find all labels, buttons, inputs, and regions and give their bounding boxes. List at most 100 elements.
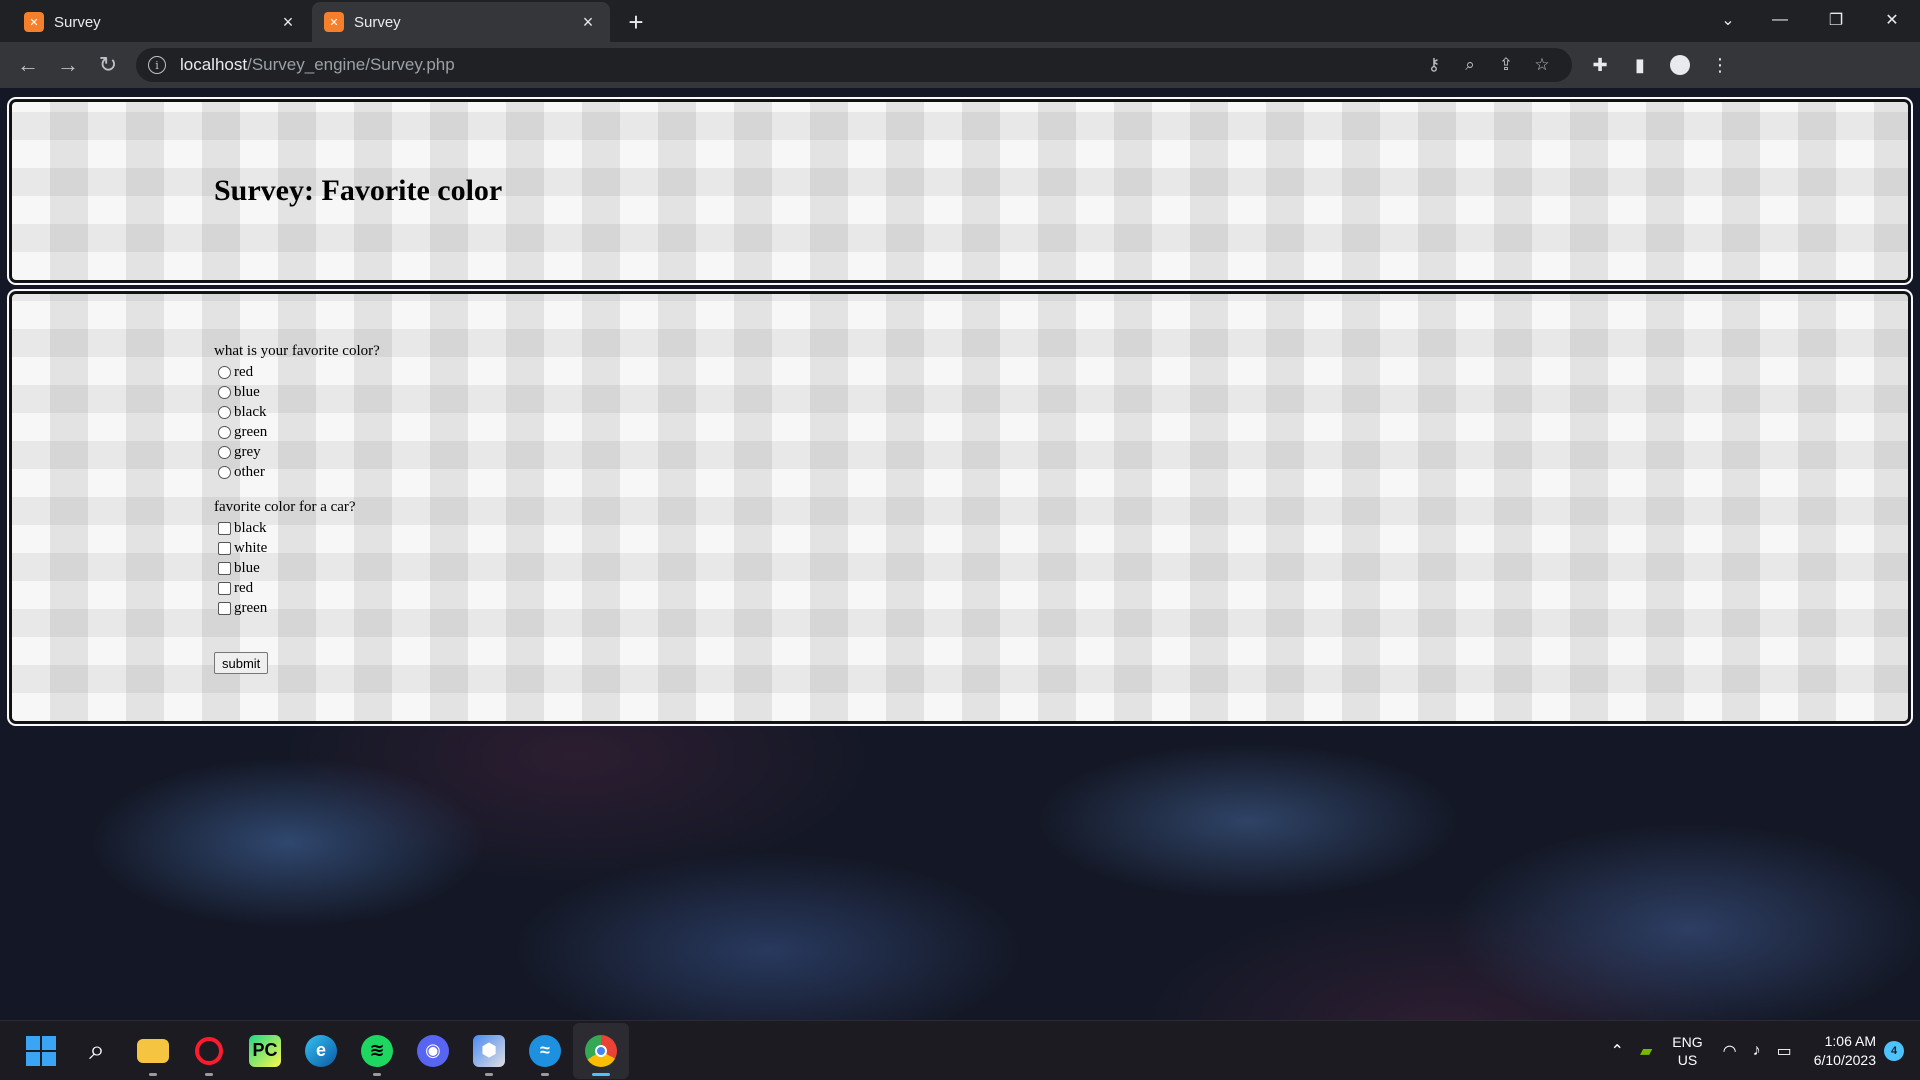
region-code: US (1677, 1052, 1698, 1068)
info-icon[interactable]: i (148, 56, 166, 74)
azure-icon: ≈ (529, 1034, 561, 1067)
option-label: white (234, 539, 268, 556)
kebab-menu-icon[interactable]: ⋮ (1700, 45, 1740, 85)
clock[interactable]: 1:06 AM 6/10/2023 (1814, 1032, 1876, 1070)
discord-icon: ◉ (417, 1034, 449, 1067)
radio-option-black[interactable]: black (214, 402, 380, 422)
submit-button[interactable]: submit (214, 652, 269, 674)
clock-time: 1:06 AM (1824, 1033, 1876, 1049)
nvidia-icon[interactable]: ▰ (1640, 1041, 1652, 1061)
tab-search-icon[interactable]: ⌄ (1704, 0, 1752, 40)
discord-button[interactable]: ◉ (405, 1023, 461, 1079)
checkbox[interactable] (218, 601, 231, 615)
question-car-color: favorite color for a car? black white bl… (214, 498, 356, 618)
azure-app-button[interactable]: ≈ (517, 1023, 573, 1079)
close-window-button[interactable]: ✕ (1864, 0, 1920, 40)
radio-option-blue[interactable]: blue (214, 382, 380, 402)
radio-option-grey[interactable]: grey (214, 442, 380, 462)
tab-survey-1[interactable]: ✕ Survey × (12, 2, 310, 42)
notification-badge[interactable]: 4 (1884, 1041, 1904, 1061)
url-path: /Survey_engine/Survey.php (247, 55, 455, 74)
option-label: black (234, 519, 267, 536)
puzzle-icon[interactable]: ✚ (1580, 45, 1620, 85)
checkbox-option-green[interactable]: green (214, 598, 356, 618)
checkbox-option-red[interactable]: red (214, 578, 356, 598)
option-label: blue (234, 383, 260, 400)
tab-title: Survey (354, 13, 401, 31)
radio-button[interactable] (218, 445, 231, 459)
radio-button[interactable] (218, 365, 231, 379)
radio-button[interactable] (218, 405, 231, 419)
address-bar[interactable]: i localhost /Survey_engine/Survey.php ⚷ … (136, 48, 1572, 82)
option-label: blue (234, 559, 260, 576)
radio-button[interactable] (218, 385, 231, 399)
survey-form-panel: what is your favorite color? red blue bl… (7, 289, 1913, 726)
tab-strip: ✕ Survey × ✕ Survey × + ⌄ — ❐ ✕ (0, 0, 1920, 42)
option-label: grey (234, 443, 261, 460)
radio-option-red[interactable]: red (214, 362, 380, 382)
option-label: green (234, 599, 268, 616)
volume-icon[interactable]: ♪ (1753, 1042, 1761, 1060)
forward-arrow-icon[interactable]: → (48, 45, 88, 85)
radio-button[interactable] (218, 465, 231, 479)
option-label: other (234, 463, 265, 480)
wifi-icon[interactable]: ◠ (1723, 1041, 1737, 1061)
radio-option-green[interactable]: green (214, 422, 380, 442)
radio-button[interactable] (218, 425, 231, 439)
xampp-icon: ✕ (24, 12, 44, 32)
star-icon[interactable]: ☆ (1524, 55, 1560, 75)
checkbox[interactable] (218, 581, 231, 595)
back-arrow-icon[interactable]: ← (8, 45, 48, 85)
edge-button[interactable]: e (293, 1023, 349, 1079)
shield-app-button[interactable]: ⬢ (461, 1023, 517, 1079)
zoom-icon[interactable]: ⌕ (1452, 55, 1488, 75)
question-label: favorite color for a car? (214, 499, 356, 515)
xampp-icon: ✕ (324, 12, 344, 32)
minimize-button[interactable]: — (1752, 0, 1808, 40)
shield-icon: ⬢ (473, 1034, 505, 1067)
new-tab-button[interactable]: + (618, 4, 654, 40)
checkbox-option-black[interactable]: black (214, 518, 356, 538)
pycharm-button[interactable]: PC (237, 1023, 293, 1079)
url-host: localhost (180, 55, 248, 74)
system-tray: ⌃ ▰ ENG US ◠ ♪ ▭ 1:06 AM 6/10/2023 4 (1603, 1021, 1920, 1080)
battery-icon[interactable]: ▭ (1777, 1041, 1792, 1061)
pycharm-icon: PC (249, 1034, 281, 1067)
option-label: green (234, 423, 268, 440)
option-label: red (234, 579, 254, 596)
profile-icon[interactable] (1660, 45, 1700, 85)
spotify-button[interactable]: ≋ (349, 1023, 405, 1079)
opera-icon (195, 1036, 223, 1065)
close-icon[interactable]: × (278, 12, 298, 32)
option-label: red (234, 363, 254, 380)
radio-option-other[interactable]: other (214, 462, 380, 482)
file-explorer-button[interactable] (125, 1023, 181, 1079)
chrome-icon (585, 1034, 617, 1067)
tab-title: Survey (54, 13, 101, 31)
reload-icon[interactable]: ↻ (88, 45, 128, 85)
page-title: Survey: Favorite color (214, 174, 503, 207)
side-panel-icon[interactable]: ▮ (1620, 45, 1660, 85)
language-indicator[interactable]: ENG US (1672, 1033, 1702, 1069)
key-icon[interactable]: ⚷ (1416, 55, 1452, 75)
start-button[interactable] (13, 1023, 69, 1079)
question-label: what is your favorite color? (214, 343, 380, 359)
chevron-up-icon[interactable]: ⌃ (1611, 1041, 1624, 1061)
checkbox[interactable] (218, 561, 231, 575)
close-icon[interactable]: × (578, 12, 598, 32)
opera-button[interactable] (181, 1023, 237, 1079)
share-icon[interactable]: ⇪ (1488, 55, 1524, 75)
chrome-button[interactable] (573, 1022, 629, 1079)
tab-survey-2[interactable]: ✕ Survey × (312, 2, 610, 42)
checkbox-option-blue[interactable]: blue (214, 558, 356, 578)
checkbox-option-white[interactable]: white (214, 538, 356, 558)
search-button[interactable]: ⌕ (69, 1023, 125, 1079)
spotify-icon: ≋ (361, 1034, 393, 1067)
edge-icon: e (305, 1034, 337, 1067)
option-label: black (234, 403, 267, 420)
checkbox[interactable] (218, 521, 231, 535)
restore-button[interactable]: ❐ (1808, 0, 1864, 40)
language-code: ENG (1672, 1034, 1703, 1050)
checkbox[interactable] (218, 541, 231, 555)
question-favorite-color: what is your favorite color? red blue bl… (214, 342, 380, 482)
